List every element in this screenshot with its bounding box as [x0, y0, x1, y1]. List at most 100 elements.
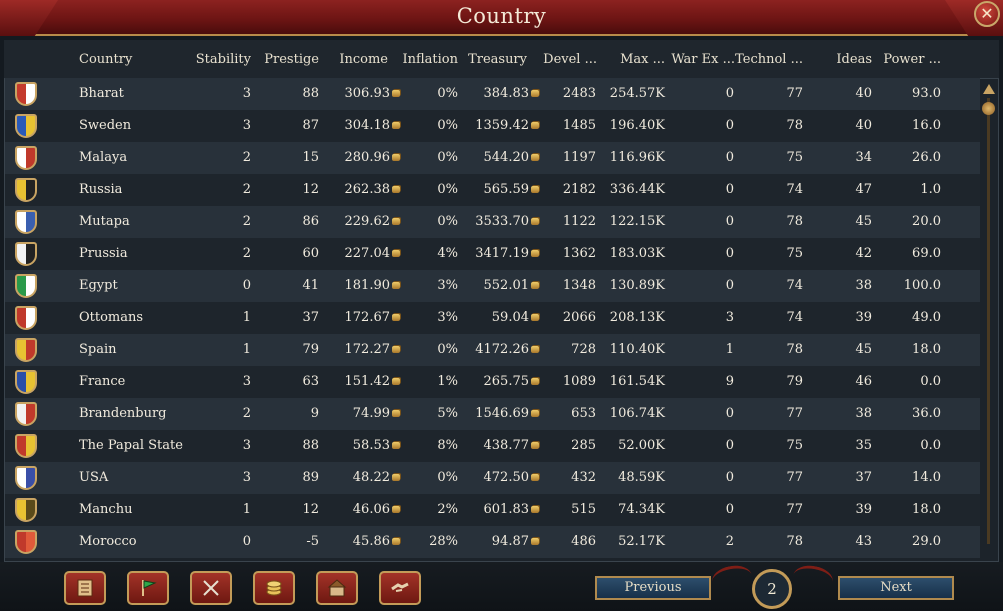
cell-ideas-value: 37	[855, 470, 872, 485]
table-row[interactable]: Morocco 0 -5 45.86 28% 94.87 486 52.17K 2 78 43 29.…	[5, 526, 980, 558]
scroll-thumb[interactable]	[982, 102, 995, 115]
cell-prestige-value: 37	[302, 310, 319, 325]
cell-country[interactable]: Spain	[79, 342, 117, 357]
cell-country[interactable]: Egypt	[79, 278, 118, 293]
cell-inflation-value: 0%	[437, 214, 458, 229]
cell-inflation: 28%	[429, 534, 458, 549]
cell-power: 100.0	[904, 278, 941, 293]
table-row[interactable]: Ottomans 1 37 172.67 3% 59.04 2066 208.13K 3 74 39…	[5, 302, 980, 334]
table-row[interactable]: Egypt 0 41 181.90 3% 552.01 1348 130.89K 0 74 38 10…	[5, 270, 980, 302]
ducats-icon	[392, 314, 400, 321]
column-header-devel[interactable]: Devel ...	[543, 52, 597, 67]
table-row[interactable]: Russia 2 12 262.38 0% 565.59 2182 336.44K 0 74 47 1…	[5, 174, 980, 206]
cell-income-value: 46.06	[352, 502, 390, 517]
cell-country-value: Mutapa	[79, 214, 130, 229]
cell-prestige: 37	[302, 310, 319, 325]
table-row[interactable]: Bharat 3 88 306.93 0% 384.83 2483 254.57K 0 77 40 9…	[5, 78, 980, 110]
cell-max: 161.54K	[610, 374, 665, 389]
cell-stability: 2	[243, 182, 251, 197]
column-header-income[interactable]: Income	[339, 52, 388, 67]
buildings-button[interactable]	[316, 571, 358, 605]
table-row[interactable]: Brandenburg 2 9 74.99 5% 1546.69 653 106.74K 0 77…	[5, 398, 980, 430]
table-row[interactable]: Mutapa 2 86 229.62 0% 3533.70 1122 122.15K 0 78 45…	[5, 206, 980, 238]
cell-inflation-value: 0%	[437, 470, 458, 485]
cell-country[interactable]: Bharat	[79, 86, 124, 101]
cell-income: 151.42	[345, 374, 400, 389]
cell-tech-value: 78	[786, 534, 803, 549]
cell-treasury: 59.04	[492, 310, 539, 325]
cell-country[interactable]: Ottomans	[79, 310, 143, 325]
next-button[interactable]: Next	[838, 576, 954, 600]
column-header-stability[interactable]: Stability	[196, 52, 251, 67]
column-header-tech[interactable]: Technol ...	[735, 52, 803, 67]
column-header-power[interactable]: Power ...	[883, 52, 941, 67]
table-row[interactable]: Prussia 2 60 227.04 4% 3417.19 1362 183.03K 0 75 4…	[5, 238, 980, 270]
cell-war: 2	[726, 534, 734, 549]
cell-devel-value: 653	[571, 406, 596, 421]
cell-max-value: 74.34K	[618, 502, 665, 517]
crossed-swords-button[interactable]	[190, 571, 232, 605]
cell-war: 0	[726, 214, 734, 229]
handshake-button[interactable]	[379, 571, 421, 605]
cell-devel: 1122	[563, 214, 596, 229]
column-header-inflation[interactable]: Inflation	[402, 52, 458, 67]
table-row[interactable]: USA 3 89 48.22 0% 472.50 432 48.59K 0 77 37 14.0	[5, 462, 980, 494]
cell-tech: 77	[786, 502, 803, 517]
column-header-max[interactable]: Max ...	[620, 52, 665, 67]
previous-button[interactable]: Previous	[595, 576, 711, 600]
scroll-up-arrow-icon[interactable]	[983, 84, 995, 94]
cell-country[interactable]: Malaya	[79, 150, 127, 165]
cell-tech: 77	[786, 86, 803, 101]
column-header-prestige[interactable]: Prestige	[264, 52, 319, 67]
cell-treasury: 265.75	[484, 374, 539, 389]
cell-max: 208.13K	[610, 310, 665, 325]
cell-prestige: 41	[302, 278, 319, 293]
cell-country[interactable]: Manchu	[79, 502, 132, 517]
cell-treasury: 438.77	[484, 438, 539, 453]
cell-country[interactable]: Prussia	[79, 246, 128, 261]
cell-income-value: 58.53	[352, 438, 390, 453]
column-header-ideas[interactable]: Ideas	[836, 52, 872, 67]
cell-prestige-value: 12	[302, 182, 319, 197]
cell-treasury: 565.59	[484, 182, 539, 197]
cell-country[interactable]: Brandenburg	[79, 406, 167, 421]
cell-ideas-value: 38	[855, 278, 872, 293]
table-row[interactable]: The Papal State 3 88 58.53 8% 438.77 285 52.00K…	[5, 430, 980, 462]
cell-power: 20.0	[912, 214, 941, 229]
country-shield-icon	[15, 498, 37, 522]
cell-inflation-value: 1%	[437, 374, 458, 389]
cell-country[interactable]: USA	[79, 470, 108, 485]
flag-button[interactable]	[127, 571, 169, 605]
country-shield-icon	[15, 114, 37, 138]
column-header-treasury[interactable]: Treasury	[468, 52, 527, 67]
cell-devel: 2483	[563, 86, 596, 101]
scrollbar[interactable]	[982, 84, 996, 554]
table-row[interactable]: Manchu 1 12 46.06 2% 601.83 515 74.34K 0 77 39 18.0	[5, 494, 980, 526]
cell-ideas-value: 42	[855, 246, 872, 261]
close-button[interactable]: ✕	[974, 1, 1000, 27]
cell-prestige-value: 87	[302, 118, 319, 133]
country-shield-icon	[15, 210, 37, 234]
cell-country[interactable]: The Papal State	[79, 438, 183, 453]
column-header-war[interactable]: War Ex ...	[671, 52, 735, 67]
coins-button[interactable]	[253, 571, 295, 605]
cell-country[interactable]: Sweden	[79, 118, 131, 133]
table-row[interactable]: Spain 1 79 172.27 0% 4172.26 728 110.40K 1 78 45 18…	[5, 334, 980, 366]
ledger-button[interactable]	[64, 571, 106, 605]
table-row[interactable]: Sweden 3 87 304.18 0% 1359.42 1485 196.40K 0 78 40…	[5, 110, 980, 142]
cell-ideas: 38	[855, 278, 872, 293]
cell-country[interactable]: Russia	[79, 182, 122, 197]
column-header-country[interactable]: Country	[79, 52, 132, 67]
ducats-icon	[531, 154, 539, 161]
cell-power-value: 1.0	[920, 182, 941, 197]
table-row[interactable]: Malaya 2 15 280.96 0% 544.20 1197 116.96K 0 75 34 2…	[5, 142, 980, 174]
cell-country[interactable]: Mutapa	[79, 214, 130, 229]
cell-income: 306.93	[345, 86, 400, 101]
cell-tech-value: 77	[786, 502, 803, 517]
cell-country[interactable]: France	[79, 374, 125, 389]
cell-war-value: 0	[725, 86, 734, 101]
cell-country[interactable]: Morocco	[79, 534, 137, 549]
cell-country-value: Bharat	[79, 86, 124, 101]
table-row[interactable]: France 3 63 151.42 1% 265.75 1089 161.54K 9 79 46 0…	[5, 366, 980, 398]
cell-treasury-value: 544.20	[483, 150, 530, 165]
